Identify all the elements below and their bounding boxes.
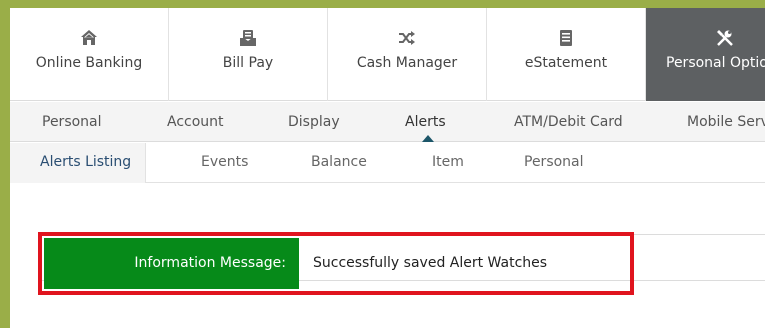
document-icon [556, 28, 576, 48]
nav-label: Cash Manager [356, 55, 458, 71]
tab-personal[interactable]: Personal [524, 143, 584, 183]
nav-bill-pay[interactable]: Bill Pay [169, 8, 328, 101]
nav-personal-options[interactable]: Personal Options [646, 8, 765, 101]
subnav-item-atm-debit-card[interactable]: ATM/Debit Card [514, 102, 623, 142]
subnav-item-personal[interactable]: Personal [42, 102, 102, 142]
nav-label: Bill Pay [222, 55, 274, 71]
shuffle-icon [397, 28, 417, 48]
main-nav: Online Banking Bill Pay Cash Manager eSt… [10, 8, 765, 101]
subnav-item-display[interactable]: Display [288, 102, 340, 142]
nav-label: Personal Options [666, 55, 765, 71]
subnav-item-account[interactable]: Account [167, 102, 224, 142]
tools-icon [715, 28, 735, 48]
tab-item[interactable]: Item [432, 143, 464, 183]
subnav-item-mobile-services[interactable]: Mobile Services [687, 102, 765, 142]
tab-alerts-listing[interactable]: Alerts Listing [10, 143, 147, 183]
nav-estatement[interactable]: eStatement [487, 8, 646, 101]
highlight-outline [38, 232, 634, 295]
tab-events[interactable]: Events [201, 143, 248, 183]
nav-label: Online Banking [35, 55, 143, 71]
home-icon [79, 28, 99, 48]
nav-cash-manager[interactable]: Cash Manager [328, 8, 487, 101]
tab-balance[interactable]: Balance [311, 143, 367, 183]
subnav-item-alerts[interactable]: Alerts [405, 102, 446, 142]
app-canvas: Online Banking Bill Pay Cash Manager eSt… [10, 8, 765, 328]
subnav-item-label: Alerts [405, 114, 446, 130]
active-caret-icon [422, 135, 434, 142]
nav-label: eStatement [524, 55, 608, 71]
sub-nav: Personal Account Display Alerts ATM/Debi… [10, 102, 765, 142]
nav-online-banking[interactable]: Online Banking [10, 8, 169, 101]
bill-icon [238, 28, 258, 48]
alerts-nav: Alerts Listing Events Balance Item Perso… [10, 143, 765, 183]
